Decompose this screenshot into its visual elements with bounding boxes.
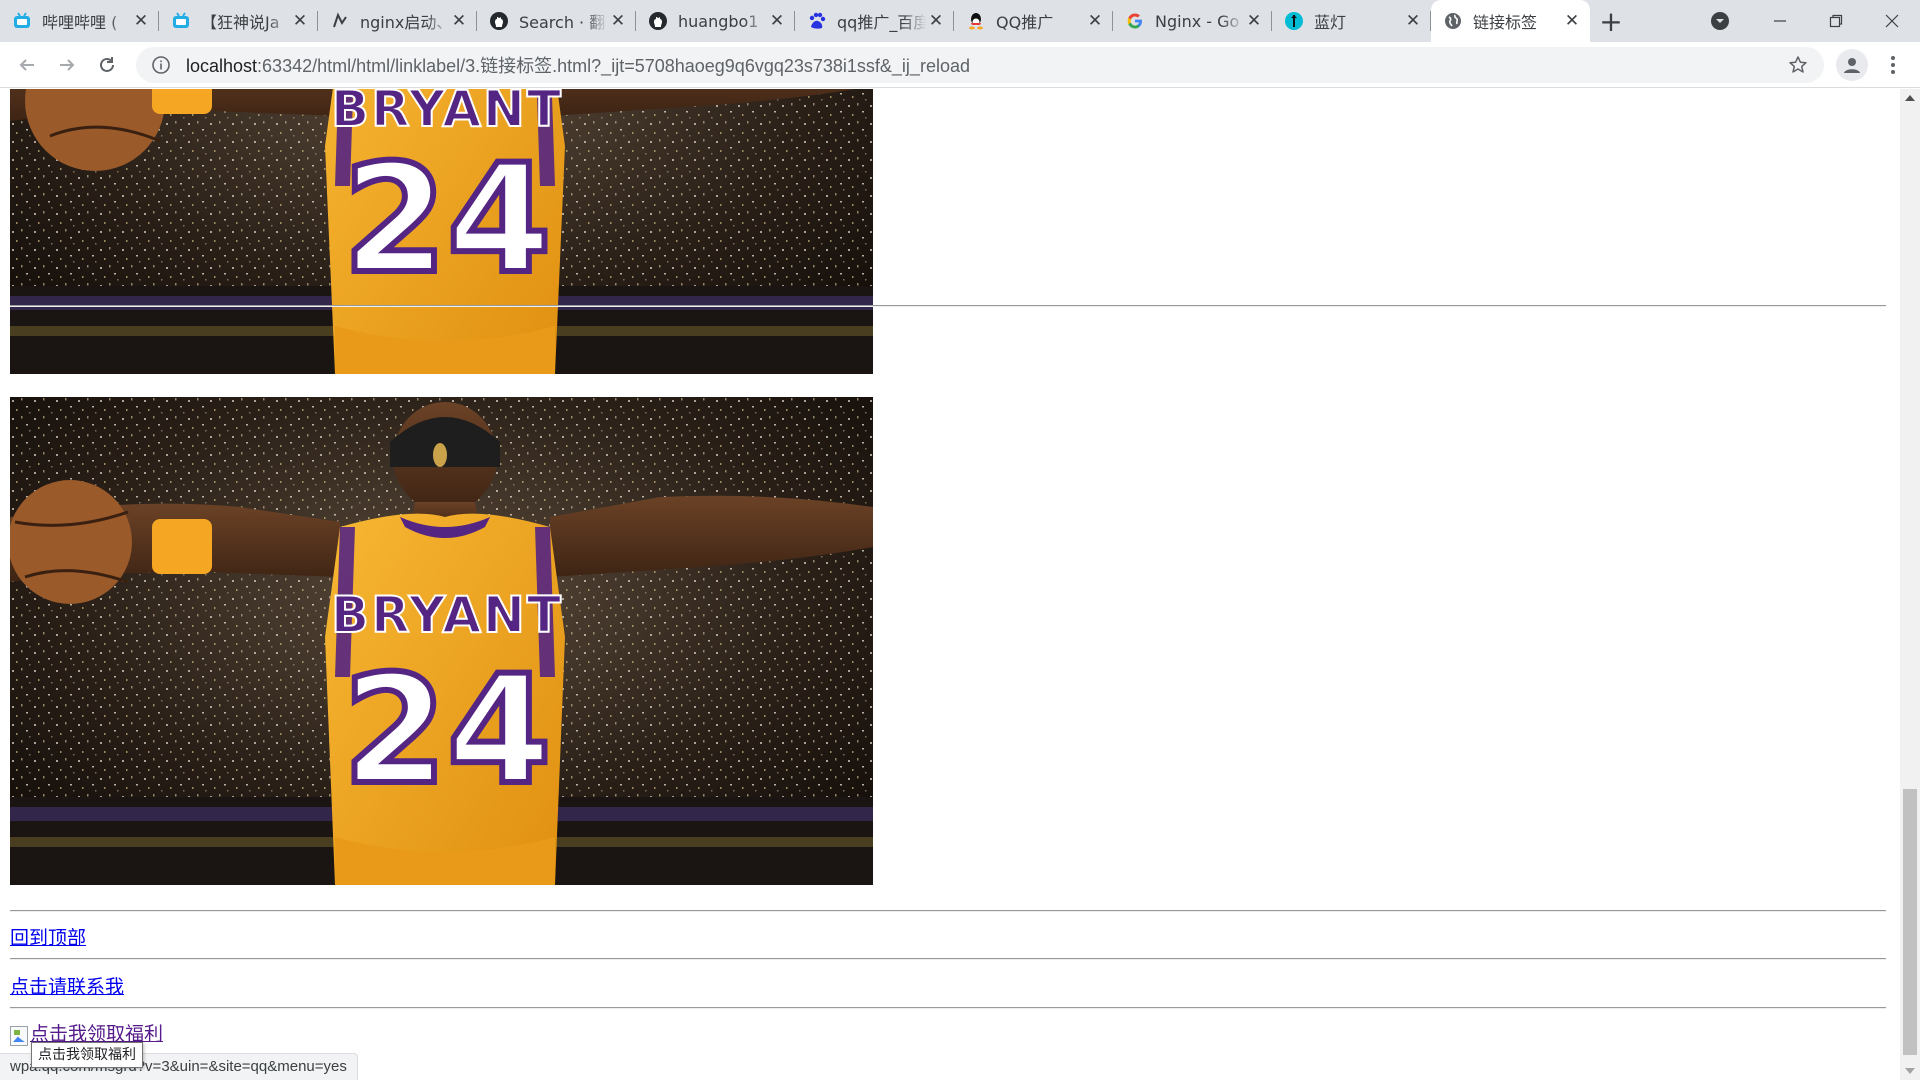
- bilibili-icon: [171, 11, 191, 31]
- tab-title: 【狂神说Ja: [201, 13, 280, 32]
- link-tooltip: 点击我领取福利: [31, 1042, 143, 1068]
- lantern-icon: [1284, 11, 1304, 31]
- tab-qq[interactable]: QQ推广 ✕: [954, 0, 1113, 42]
- reload-button[interactable]: [87, 45, 127, 85]
- broken-image-icon: [10, 1026, 28, 1046]
- reload-icon: [100, 56, 114, 72]
- tab-title: QQ推广: [996, 13, 1054, 32]
- chevron-down-icon: [1711, 12, 1729, 30]
- restore-icon: [1829, 14, 1843, 28]
- page-viewport: BRYANT 24 BRYANT 24 回到顶部 点击请联系我 点击我领取福利: [0, 89, 1900, 1080]
- url-text[interactable]: localhost:63342/html/html/linklabel/3.链接…: [186, 52, 970, 78]
- nginx-icon: [330, 11, 350, 31]
- back-button[interactable]: [7, 45, 47, 85]
- browser-menu-button[interactable]: [1878, 49, 1908, 81]
- jersey-name-text: BRYANT: [331, 89, 563, 138]
- close-icon[interactable]: ✕: [926, 11, 946, 31]
- kobe-photo-1: BRYANT 24: [10, 89, 873, 374]
- globe-icon: [1443, 11, 1463, 31]
- kobe-photo-2: BRYANT 24: [10, 397, 873, 885]
- tab-title: qq推广_百度: [837, 13, 926, 32]
- page-scrollbar[interactable]: [1900, 89, 1920, 1080]
- close-icon[interactable]: ✕: [608, 11, 628, 31]
- tab-google-nginx[interactable]: Nginx - Go ✕: [1113, 0, 1272, 42]
- url-path: :63342/html/html/linklabel/3.链接标签.html?_…: [257, 56, 970, 76]
- kobe-image: BRYANT 24: [10, 89, 873, 374]
- jersey-number-text: 24: [343, 644, 552, 818]
- close-icon: [1885, 14, 1899, 28]
- info-icon[interactable]: [150, 54, 172, 76]
- contact-me-link[interactable]: 点击请联系我: [10, 972, 124, 999]
- tab-github-huangbo[interactable]: huangbo1 ✕: [636, 0, 795, 42]
- horizontal-rule: [10, 910, 1886, 912]
- back-to-top-link[interactable]: 回到顶部: [10, 923, 86, 950]
- tab-title: huangbo1: [678, 11, 759, 31]
- github-icon: [648, 11, 668, 31]
- tab-nginx[interactable]: nginx启动、 ✕: [318, 0, 477, 42]
- close-icon[interactable]: ✕: [131, 11, 151, 31]
- profile-avatar[interactable]: [1836, 49, 1868, 81]
- browser-toolbar: localhost:63342/html/html/linklabel/3.链接…: [0, 42, 1920, 88]
- restore-button[interactable]: [1808, 0, 1864, 42]
- tab-baidu[interactable]: qq推广_百度 ✕: [795, 0, 954, 42]
- tab-title: Nginx - Go: [1155, 11, 1240, 31]
- person-icon: [1844, 58, 1860, 73]
- tab-link-label[interactable]: 链接标签 ✕: [1431, 0, 1590, 42]
- horizontal-rule: [10, 958, 1886, 960]
- qq-icon: [966, 11, 986, 31]
- close-icon[interactable]: ✕: [1244, 11, 1264, 31]
- google-icon: [1125, 11, 1145, 31]
- forward-arrow-icon: [60, 58, 75, 71]
- horizontal-rule: [10, 1007, 1886, 1009]
- minimize-icon: [1774, 20, 1786, 22]
- tab-strip: 哔哩哔哩 ( ✕ 【狂神说Ja ✕ nginx启动、 ✕ Search · 翻 …: [0, 0, 1920, 42]
- tab-title: 哔哩哔哩 (: [42, 13, 118, 32]
- baidu-icon: [807, 11, 827, 31]
- close-icon[interactable]: ✕: [1562, 11, 1582, 31]
- tab-search-button[interactable]: [1698, 0, 1742, 42]
- new-tab-button[interactable]: +: [1590, 0, 1632, 42]
- close-icon[interactable]: ✕: [449, 11, 469, 31]
- forward-button[interactable]: [47, 45, 87, 85]
- tab-bilibili-2[interactable]: 【狂神说Ja ✕: [159, 0, 318, 42]
- scrollbar-thumb[interactable]: [1903, 789, 1917, 1055]
- scroll-down-arrow-icon[interactable]: [1905, 1068, 1915, 1074]
- tab-title: nginx启动、: [360, 13, 449, 32]
- tab-bilibili-1[interactable]: 哔哩哔哩 ( ✕: [0, 0, 159, 42]
- address-bar[interactable]: localhost:63342/html/html/linklabel/3.链接…: [136, 47, 1824, 83]
- scroll-up-arrow-icon[interactable]: [1905, 95, 1915, 101]
- close-window-button[interactable]: [1864, 0, 1920, 42]
- back-arrow-icon: [19, 58, 34, 71]
- horizontal-rule: [10, 305, 1886, 307]
- close-icon[interactable]: ✕: [290, 11, 310, 31]
- close-icon[interactable]: ✕: [1085, 11, 1105, 31]
- github-icon: [489, 11, 509, 31]
- url-host: localhost: [186, 56, 258, 76]
- kobe-image: BRYANT 24: [10, 397, 873, 885]
- tab-lantern[interactable]: 蓝灯 ✕: [1272, 0, 1431, 42]
- jersey-number-text: 24: [343, 133, 552, 307]
- bookmark-star-icon[interactable]: [1786, 53, 1810, 77]
- minimize-button[interactable]: [1752, 0, 1808, 42]
- bilibili-icon: [12, 11, 32, 31]
- close-icon[interactable]: ✕: [1403, 11, 1423, 31]
- close-icon[interactable]: ✕: [767, 11, 787, 31]
- tab-title: 蓝灯: [1314, 13, 1347, 32]
- jersey-name-text: BRYANT: [331, 586, 563, 644]
- tab-title: Search · 翻: [519, 13, 606, 32]
- more-vertical-icon: [1891, 56, 1895, 74]
- tab-title: 链接标签: [1473, 13, 1538, 32]
- tab-github-search[interactable]: Search · 翻 ✕: [477, 0, 636, 42]
